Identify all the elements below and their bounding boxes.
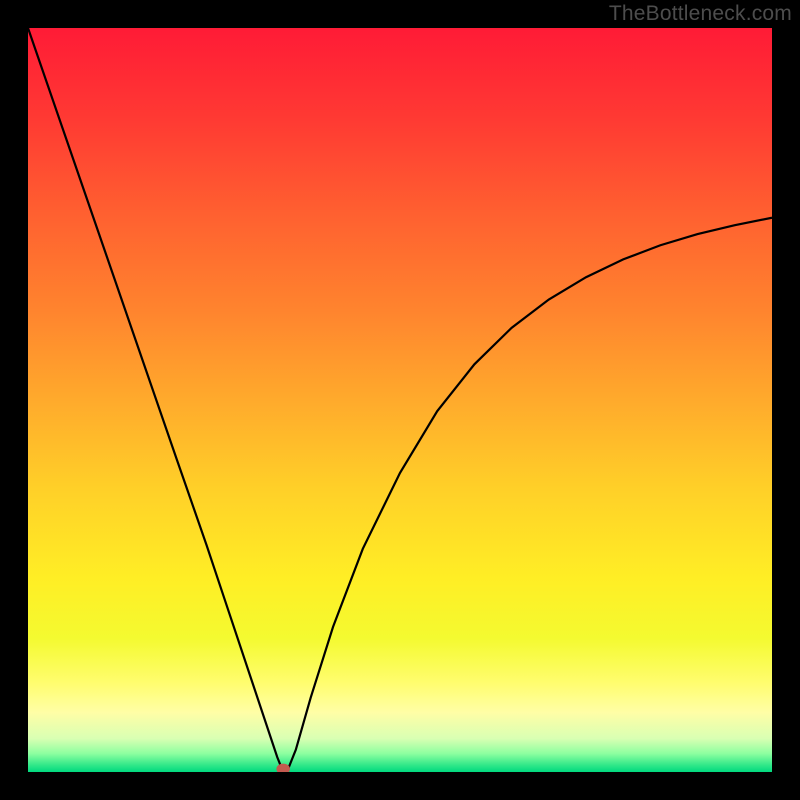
chart-frame: TheBottleneck.com — [0, 0, 800, 800]
watermark-text: TheBottleneck.com — [609, 2, 792, 26]
gradient-bg — [28, 28, 772, 772]
plot-area — [28, 28, 772, 772]
chart-svg — [28, 28, 772, 772]
